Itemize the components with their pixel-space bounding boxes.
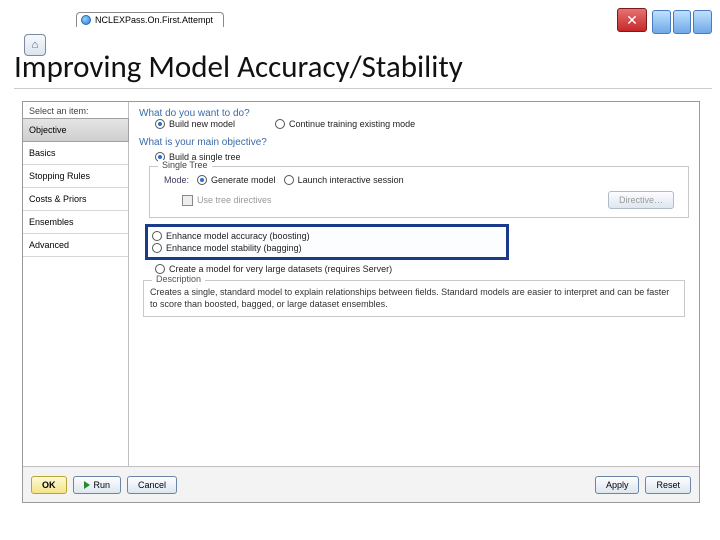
mode-label: Mode: [164, 175, 189, 185]
highlight-box: Enhance model accuracy (boosting) Enhanc… [145, 224, 509, 260]
description-label: Description [152, 274, 205, 286]
tab-title: NCLEXPass.On.First.Attempt [95, 15, 213, 25]
sidebar-item-label: Basics [29, 148, 56, 158]
ok-button[interactable]: OK [31, 476, 67, 494]
description-box: Description Creates a single, standard m… [143, 280, 685, 317]
group-label: Single Tree [158, 160, 212, 170]
radio-dot-icon [152, 231, 162, 241]
sidebar-item-objective[interactable]: Objective [23, 118, 129, 142]
dialog-footer: OK Run Cancel Apply Reset [23, 466, 699, 502]
sidebar-item-label: Stopping Rules [29, 171, 90, 181]
single-tree-group: Single Tree Mode: Generate model Launch … [149, 166, 689, 218]
sidebar-header: Select an item: [23, 102, 128, 118]
radio-build-new[interactable]: Build new model [155, 119, 235, 129]
radio-label: Launch interactive session [298, 175, 404, 185]
radio-boosting[interactable]: Enhance model accuracy (boosting) [152, 231, 502, 241]
window-controls-fragment [652, 10, 712, 34]
checkbox-label: Use tree directives [197, 195, 272, 205]
browser-tab[interactable]: NCLEXPass.On.First.Attempt [76, 12, 224, 27]
run-button[interactable]: Run [73, 476, 122, 494]
radio-dot-icon [155, 264, 165, 274]
close-icon: ✕ [626, 12, 638, 29]
sidebar-item-basics[interactable]: Basics [23, 142, 128, 165]
checkbox-icon [182, 195, 193, 206]
cancel-button[interactable]: Cancel [127, 476, 177, 494]
radio-dot-icon [275, 119, 285, 129]
apply-button[interactable]: Apply [595, 476, 640, 494]
radio-single-tree[interactable]: Build a single tree [155, 152, 689, 162]
globe-icon [81, 15, 91, 25]
question-objective: What is your main objective? [139, 137, 689, 148]
sidebar-item-label: Objective [29, 125, 67, 135]
radio-dot-icon [197, 175, 207, 185]
radio-bagging[interactable]: Enhance model stability (bagging) [152, 243, 502, 253]
radio-label: Continue training existing mode [289, 119, 415, 129]
reset-button[interactable]: Reset [645, 476, 691, 494]
radio-dot-icon [284, 175, 294, 185]
question-what-do: What do you want to do? [139, 108, 689, 119]
radio-label: Enhance model stability (bagging) [166, 243, 302, 253]
sidebar-item-costs[interactable]: Costs & Priors [23, 188, 128, 211]
radio-launch[interactable]: Launch interactive session [284, 175, 404, 185]
browser-tab-strip: NCLEXPass.On.First.Attempt ✕ ⌂ [8, 8, 712, 36]
sidebar-item-stopping[interactable]: Stopping Rules [23, 165, 128, 188]
sidebar-item-advanced[interactable]: Advanced [23, 234, 128, 257]
radio-generate[interactable]: Generate model [197, 175, 276, 185]
sidebar-item-ensembles[interactable]: Ensembles [23, 211, 128, 234]
radio-large-dataset[interactable]: Create a model for very large datasets (… [155, 264, 689, 274]
radio-continue[interactable]: Continue training existing mode [275, 119, 415, 129]
radio-dot-icon [152, 243, 162, 253]
main-panel: What do you want to do? Build new model … [129, 102, 699, 466]
radio-dot-icon [155, 119, 165, 129]
sidebar: Select an item: Objective Basics Stoppin… [23, 102, 129, 466]
description-text: Creates a single, standard model to expl… [150, 287, 669, 309]
radio-label: Build new model [169, 119, 235, 129]
sidebar-item-label: Advanced [29, 240, 69, 250]
play-icon [84, 481, 90, 489]
sidebar-item-label: Costs & Priors [29, 194, 87, 204]
checkbox-directives: Use tree directives [182, 195, 272, 206]
slide-title: Improving Model Accuracy/Stability [14, 48, 712, 89]
radio-label: Enhance model accuracy (boosting) [166, 231, 310, 241]
model-dialog: Select an item: Objective Basics Stoppin… [22, 101, 700, 503]
radio-label: Generate model [211, 175, 276, 185]
window-close-button[interactable]: ✕ [617, 8, 647, 32]
directive-button: Directive… [608, 191, 674, 209]
radio-label: Create a model for very large datasets (… [169, 264, 392, 274]
button-label: Run [94, 480, 111, 490]
sidebar-item-label: Ensembles [29, 217, 74, 227]
nav-home-icon[interactable]: ⌂ [24, 34, 46, 56]
